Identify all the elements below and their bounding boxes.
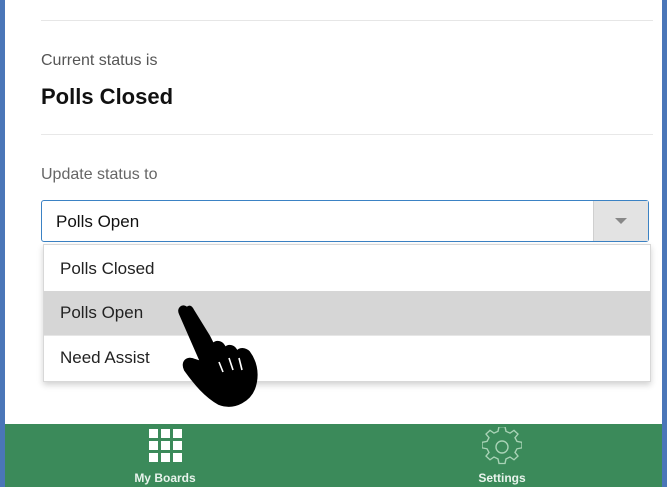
status-select-value: Polls Open xyxy=(56,212,140,231)
app-frame: Current status is Polls Closed Update st… xyxy=(0,0,667,487)
divider xyxy=(41,134,653,135)
bottom-navigation: My Boards Settings xyxy=(5,424,662,487)
divider xyxy=(41,20,653,21)
tab-my-boards[interactable]: My Boards xyxy=(65,424,265,487)
option-need-assist[interactable]: Need Assist xyxy=(44,335,650,379)
option-polls-closed[interactable]: Polls Closed xyxy=(44,247,650,291)
gear-icon xyxy=(482,427,522,465)
tab-label: My Boards xyxy=(134,471,196,485)
tab-label: Settings xyxy=(478,471,526,485)
current-status-value: Polls Closed xyxy=(41,84,174,109)
pointing-hand-cursor xyxy=(178,305,258,407)
grid-icon xyxy=(149,429,182,462)
status-dropdown-menu: Polls Closed Polls Open Need Assist xyxy=(43,244,651,382)
option-polls-open[interactable]: Polls Open xyxy=(44,291,650,335)
chevron-down-icon xyxy=(615,218,627,224)
tab-settings[interactable]: Settings xyxy=(402,424,602,487)
status-select[interactable]: Polls Open xyxy=(41,200,649,242)
current-status-label: Current status is xyxy=(41,52,158,69)
update-status-label: Update status to xyxy=(41,166,158,183)
select-toggle[interactable] xyxy=(593,201,648,241)
